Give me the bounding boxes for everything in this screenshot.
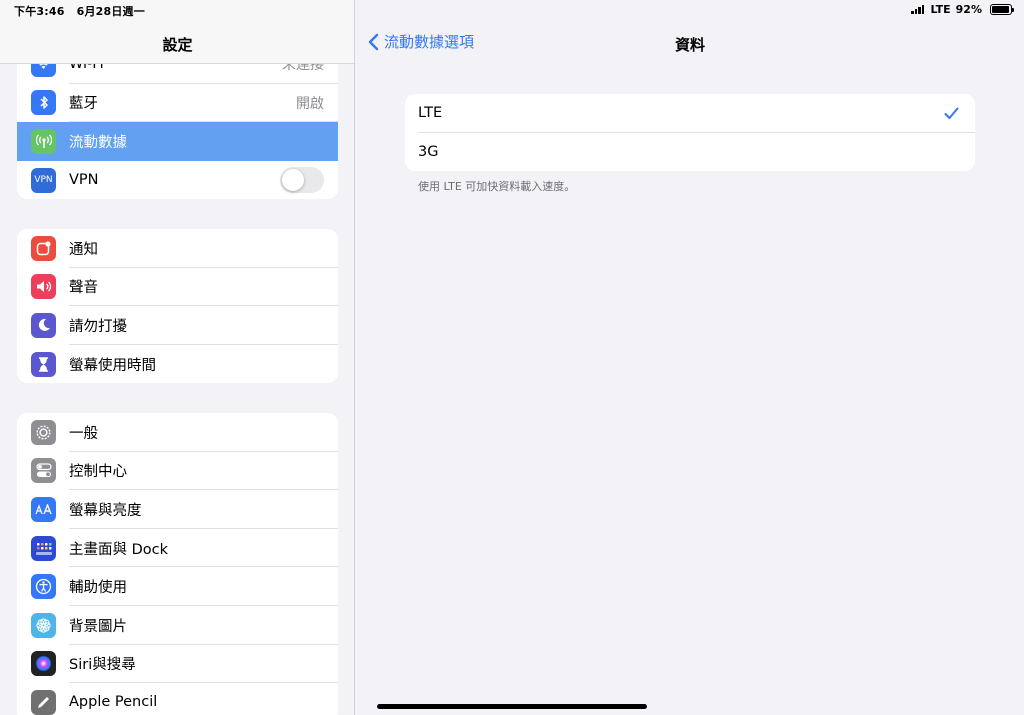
sidebar-item-label: 藍牙 bbox=[69, 96, 98, 113]
network-type: LTE bbox=[930, 3, 951, 16]
notification-icon bbox=[31, 235, 56, 261]
flower-icon bbox=[31, 612, 56, 638]
status-bar: 下午3:46 6月28日週一 LTE 92% bbox=[0, 0, 1024, 20]
vpn-icon: VPN bbox=[31, 167, 56, 193]
sidebar-item-label: 通知 bbox=[69, 241, 98, 258]
sidebar-item-home-screen-dock[interactable]: 主畫面與 Dock bbox=[17, 529, 338, 568]
status-time: 下午3:46 bbox=[14, 5, 65, 18]
bluetooth-icon bbox=[31, 90, 56, 116]
gear-icon bbox=[31, 419, 56, 445]
sidebar-item-accessibility[interactable]: 輔助使用 bbox=[17, 567, 338, 606]
sidebar-item-label: 請勿打擾 bbox=[69, 318, 127, 335]
sidebar-item-label: 背景圖片 bbox=[69, 618, 127, 635]
sidebar-item-do-not-disturb[interactable]: 請勿打擾 bbox=[17, 306, 338, 345]
sidebar-item-sounds[interactable]: 聲音 bbox=[17, 268, 338, 307]
sidebar-item-label: Apple Pencil bbox=[69, 694, 158, 711]
settings-sidebar: 設定 Wi-Fi 未連接 藍牙 開啟 流動數據 VPN VPN 通知 聲音 請勿… bbox=[0, 0, 355, 715]
vpn-toggle[interactable] bbox=[280, 167, 324, 194]
sidebar-item-label: 流動數據 bbox=[69, 134, 127, 151]
sidebar-item-label: 一般 bbox=[69, 425, 98, 442]
connectivity-group: Wi-Fi 未連接 藍牙 開啟 流動數據 VPN VPN bbox=[17, 45, 338, 200]
sidebar-item-control-center[interactable]: 控制中心 bbox=[17, 452, 338, 491]
cellular-signal-icon bbox=[911, 5, 925, 14]
sidebar-item-label: 螢幕與亮度 bbox=[69, 502, 142, 519]
sidebar-item-label: 主畫面與 Dock bbox=[69, 541, 169, 558]
sidebar-title: 設定 bbox=[162, 36, 193, 54]
checkmark-icon bbox=[944, 107, 959, 119]
option-label: 3G bbox=[418, 143, 439, 160]
option-label: LTE bbox=[418, 105, 443, 122]
home-grid-icon bbox=[31, 535, 56, 561]
sidebar-item-label: VPN bbox=[69, 172, 99, 189]
speaker-icon bbox=[31, 274, 56, 300]
sidebar-item-label: Siri與搜尋 bbox=[69, 657, 136, 674]
accessibility-icon bbox=[31, 574, 56, 600]
home-indicator[interactable] bbox=[377, 704, 647, 709]
sidebar-item-label: 螢幕使用時間 bbox=[69, 357, 156, 374]
battery-percent: 92% bbox=[955, 3, 982, 16]
sidebar-item-siri-search[interactable]: Siri與搜尋 bbox=[17, 645, 338, 684]
option-lte[interactable]: LTE bbox=[405, 94, 975, 133]
sidebar-item-bluetooth[interactable]: 藍牙 開啟 bbox=[17, 84, 338, 123]
option-3g[interactable]: 3G bbox=[405, 133, 975, 172]
sidebar-item-label: 控制中心 bbox=[69, 464, 127, 481]
text-size-icon bbox=[31, 496, 56, 522]
detail-pane: 流動數據選項 資料 LTE 3G 使用 LTE 可加快資料載入速度。 bbox=[356, 0, 1024, 715]
bluetooth-status: 開啟 bbox=[296, 95, 324, 112]
battery-icon bbox=[990, 4, 1014, 15]
notifications-group: 通知 聲音 請勿打擾 螢幕使用時間 bbox=[17, 229, 338, 384]
sidebar-item-apple-pencil[interactable]: Apple Pencil bbox=[17, 683, 338, 715]
option-footnote: 使用 LTE 可加快資料載入速度。 bbox=[418, 180, 576, 193]
status-date: 6月28日週一 bbox=[76, 5, 145, 18]
moon-icon bbox=[31, 312, 56, 338]
sidebar-item-notifications[interactable]: 通知 bbox=[17, 229, 338, 268]
data-option-group: LTE 3G bbox=[405, 94, 975, 171]
sidebar-item-general[interactable]: 一般 bbox=[17, 413, 338, 452]
sidebar-item-label: 聲音 bbox=[69, 280, 98, 297]
siri-icon bbox=[31, 651, 56, 677]
sidebar-item-screen-time[interactable]: 螢幕使用時間 bbox=[17, 345, 338, 384]
general-group: 一般 控制中心 螢幕與亮度 主畫面與 Dock 輔助使用 背景圖片 Siri與搜… bbox=[17, 413, 338, 715]
sidebar-item-wallpaper[interactable]: 背景圖片 bbox=[17, 606, 338, 645]
sidebar-item-cellular[interactable]: 流動數據 bbox=[17, 122, 338, 161]
sidebar-item-display-brightness[interactable]: 螢幕與亮度 bbox=[17, 490, 338, 529]
antenna-icon bbox=[31, 128, 56, 154]
sidebar-item-label: 輔助使用 bbox=[69, 580, 127, 597]
page-title: 資料 bbox=[674, 36, 705, 54]
pencil-icon bbox=[31, 689, 56, 715]
switches-icon bbox=[31, 458, 56, 484]
sidebar-item-vpn[interactable]: VPN VPN bbox=[17, 161, 338, 200]
hourglass-icon bbox=[31, 351, 56, 377]
